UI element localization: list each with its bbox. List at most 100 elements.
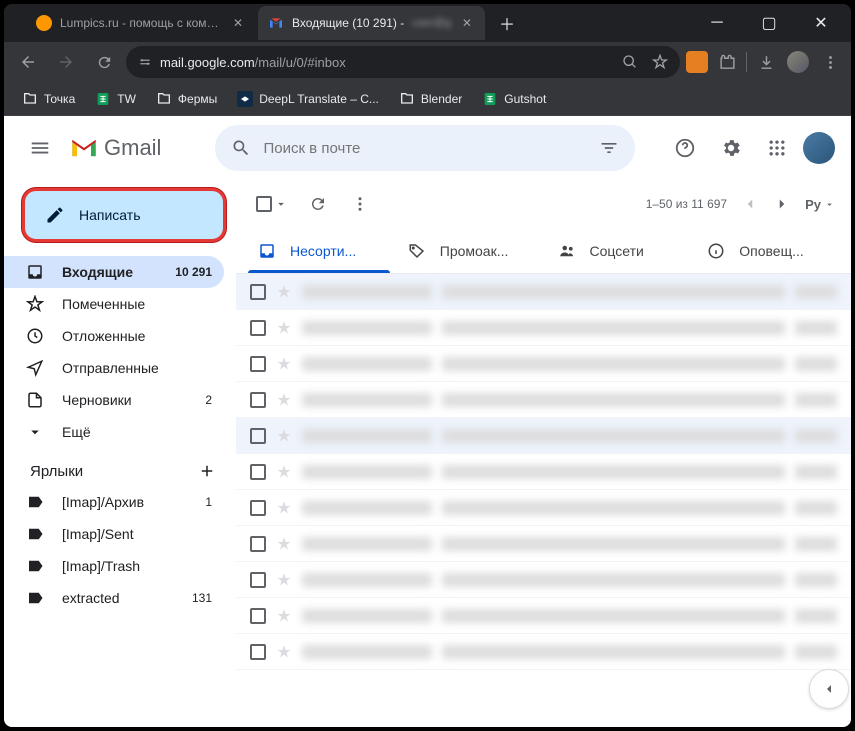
star-icon[interactable] [276,392,292,408]
mail-row[interactable] [236,634,851,670]
category-tab[interactable]: Несорти... [244,228,394,273]
labels-header: Ярлыки [4,448,236,486]
settings-gear-icon[interactable] [711,128,751,168]
compose-button[interactable]: Написать [22,188,226,242]
nav-inbox[interactable]: Входящие10 291 [4,256,224,288]
reload-button[interactable] [88,46,120,78]
bookmark-item[interactable]: Blender [391,87,470,111]
close-icon[interactable]: ✕ [230,15,246,31]
tab-title: Lumpics.ru - помощь с компью [60,16,222,30]
row-checkbox[interactable] [250,284,266,300]
mail-row[interactable] [236,598,851,634]
hamburger-menu-icon[interactable] [20,128,60,168]
nav-send[interactable]: Отправленные [4,352,224,384]
gmail-brand-text: Gmail [104,135,161,161]
row-checkbox[interactable] [250,644,266,660]
help-icon[interactable] [665,128,705,168]
row-checkbox[interactable] [250,500,266,516]
close-icon[interactable]: ✕ [459,15,475,31]
star-icon[interactable] [276,536,292,552]
star-icon[interactable] [276,284,292,300]
row-checkbox[interactable] [250,428,266,444]
star-icon[interactable] [276,644,292,660]
row-checkbox[interactable] [250,536,266,552]
refresh-button[interactable] [302,188,334,220]
bookmark-item[interactable]: Gutshot [474,87,554,111]
downloads-icon[interactable] [753,49,779,75]
mail-row[interactable] [236,382,851,418]
mail-row[interactable] [236,526,851,562]
mail-row[interactable] [236,310,851,346]
pencil-icon [45,205,65,225]
row-checkbox[interactable] [250,464,266,480]
add-label-icon[interactable] [198,462,216,480]
mail-row[interactable] [236,274,851,310]
sidebar: Написать Входящие10 291ПомеченныеОтложен… [4,180,236,727]
nav-draft[interactable]: Черновики2 [4,384,224,416]
row-checkbox[interactable] [250,608,266,624]
select-all-checkbox[interactable] [252,192,292,216]
mail-row[interactable] [236,346,851,382]
apps-grid-icon[interactable] [757,128,797,168]
bookmark-item[interactable]: TW [87,87,144,111]
nav-clock[interactable]: Отложенные [4,320,224,352]
category-tab[interactable]: Оповещ... [693,228,843,273]
label-item[interactable]: [Imap]/Sent [4,518,224,550]
search-box[interactable] [215,125,635,171]
star-icon[interactable] [276,464,292,480]
category-tabs: Несорти...Промоак...СоцсетиОповещ... [236,228,851,274]
account-avatar[interactable] [803,132,835,164]
url-box[interactable]: mail.google.com/mail/u/0/#inbox [126,46,680,78]
close-button[interactable]: ✕ [799,8,843,38]
prev-page-icon[interactable] [741,195,759,213]
nav-star[interactable]: Помеченные [4,288,224,320]
star-icon[interactable] [276,320,292,336]
extensions-button[interactable] [714,49,740,75]
back-button[interactable] [12,46,44,78]
more-actions-button[interactable] [344,188,376,220]
row-checkbox[interactable] [250,572,266,588]
star-icon[interactable] [276,356,292,372]
browser-tab[interactable]: Lumpics.ru - помощь с компью ✕ [26,6,256,40]
site-settings-icon [138,55,152,69]
side-panel-toggle[interactable] [809,669,849,709]
extension-icon[interactable] [686,51,708,73]
forward-button[interactable] [50,46,82,78]
label-item[interactable]: [Imap]/Trash [4,550,224,582]
star-icon[interactable] [276,500,292,516]
nav-more[interactable]: Ещё [4,416,224,448]
category-tab[interactable]: Промоак... [394,228,544,273]
star-icon[interactable] [276,608,292,624]
category-tab[interactable]: Соцсети [544,228,694,273]
bookmark-item[interactable]: DeepL Translate – C... [229,87,387,111]
bookmark-star-icon[interactable] [652,54,668,70]
zoom-icon[interactable] [622,54,638,70]
mail-row[interactable] [236,418,851,454]
search-options-icon[interactable] [599,138,619,158]
search-input[interactable] [263,140,587,157]
gmail-logo[interactable]: Gmail [70,135,161,161]
bookmark-item[interactable]: Точка [14,87,83,111]
bookmark-item[interactable]: Фермы [148,87,225,111]
label-item[interactable]: [Imap]/Архив1 [4,486,224,518]
minimize-button[interactable]: ─ [695,8,739,38]
search-icon [231,138,251,158]
kebab-menu-icon[interactable] [817,49,843,75]
mail-row[interactable] [236,562,851,598]
row-checkbox[interactable] [250,320,266,336]
row-checkbox[interactable] [250,392,266,408]
label-item[interactable]: extracted131 [4,582,224,614]
star-icon[interactable] [276,572,292,588]
profile-avatar[interactable] [785,49,811,75]
new-tab-button[interactable]: ＋ [493,9,521,37]
mail-row[interactable] [236,490,851,526]
star-icon[interactable] [276,428,292,444]
url-host: mail.google.com [160,55,255,70]
mail-row[interactable] [236,454,851,490]
browser-tab-active[interactable]: Входящие (10 291) - user@g ✕ [258,6,485,40]
chevron-down-icon [274,197,288,211]
row-checkbox[interactable] [250,356,266,372]
input-tools-button[interactable]: Рy [805,197,835,212]
next-page-icon[interactable] [773,195,791,213]
maximize-button[interactable]: ▢ [747,8,791,38]
